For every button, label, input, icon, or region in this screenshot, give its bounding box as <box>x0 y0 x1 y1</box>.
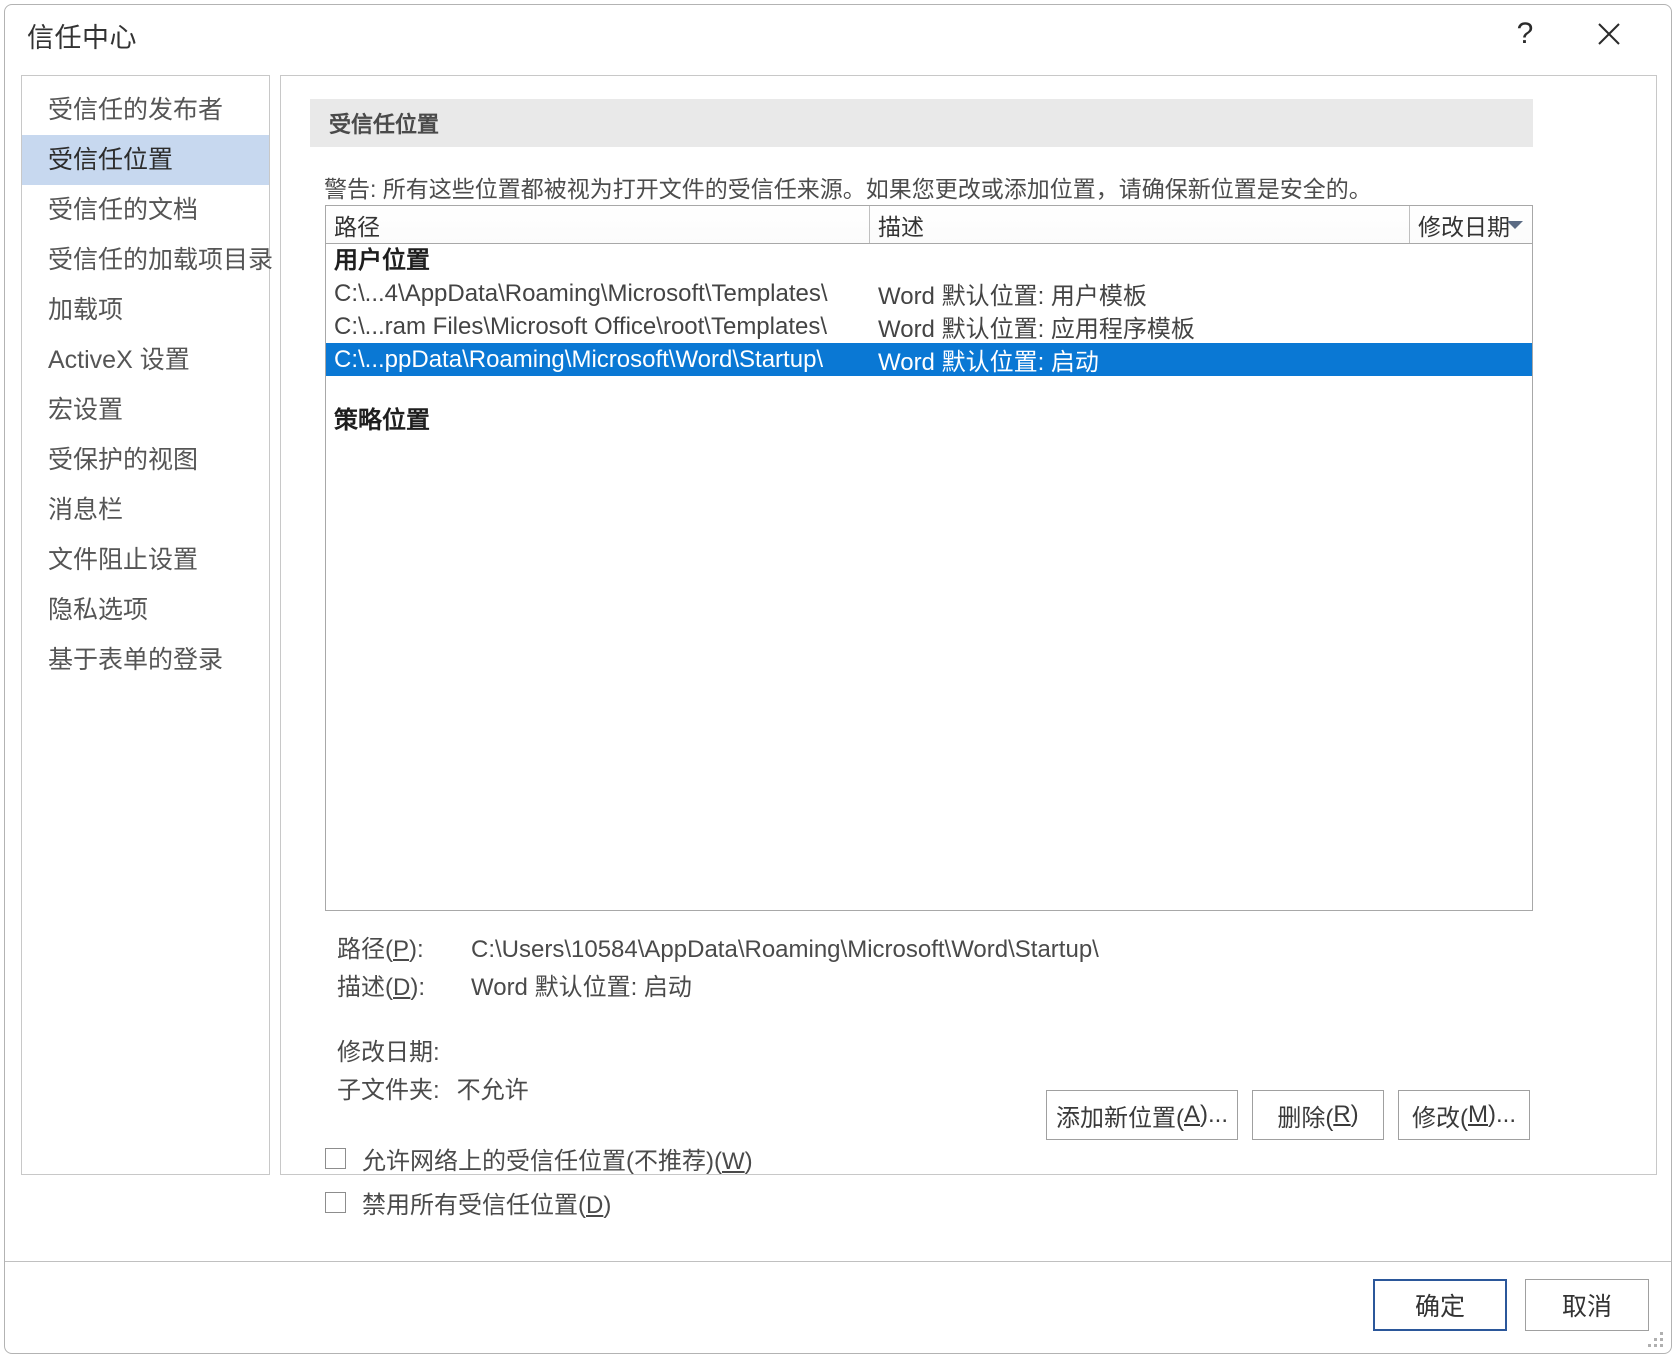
location-details: 路径(P): C:\Users\10584\AppData\Roaming\Mi… <box>337 929 1099 1108</box>
resize-grip[interactable] <box>1648 1332 1664 1348</box>
sidebar-item-trusted-publishers[interactable]: 受信任的发布者 <box>22 85 269 135</box>
disable-all-locations-checkbox-row[interactable]: 禁用所有受信任位置(D) <box>325 1180 753 1224</box>
row-description: Word 默认位置: 应用程序模板 <box>878 316 1195 343</box>
checkbox-icon[interactable] <box>325 1191 346 1213</box>
sidebar-item-trusted-addin-catalogs[interactable]: 受信任的加载项目录 <box>22 235 273 285</box>
row-path: C:\...ppData\Roaming\Microsoft\Word\Star… <box>334 345 824 373</box>
title-bar: 信任中心 ? <box>5 5 1671 63</box>
footer-buttons: 确定 取消 <box>1373 1279 1649 1331</box>
detail-description-value: Word 默认位置: 启动 <box>471 974 692 1001</box>
modify-button[interactable]: 修改(M)... <box>1398 1090 1530 1140</box>
page-title: 受信任位置 <box>310 99 1533 147</box>
detail-date-row: 修改日期: <box>337 1032 1099 1070</box>
list-group-title-user-locations: 用户位置 <box>334 247 430 274</box>
detail-subfolder-row: 子文件夹: 不允许 <box>337 1070 1099 1108</box>
help-icon[interactable]: ? <box>1499 9 1551 59</box>
add-new-location-button[interactable]: 添加新位置(A)... <box>1046 1090 1238 1140</box>
warning-text: 警告: 所有这些位置都被视为打开文件的受信任来源。如果您更改或添加位置，请确保新… <box>324 176 1372 202</box>
category-sidebar: 受信任的发布者 受信任位置 受信任的文档 受信任的加载项目录 加载项 Activ… <box>21 75 273 1175</box>
list-body: 用户位置 C:\...4\AppData\Roaming\Microsoft\T… <box>326 244 1532 911</box>
ok-button[interactable]: 确定 <box>1373 1279 1507 1331</box>
column-header-modified-date[interactable]: 修改日期 <box>1410 206 1532 243</box>
detail-subfolder-value: 不允许 <box>456 1077 529 1104</box>
sidebar-item-form-based-signin[interactable]: 基于表单的登录 <box>22 635 269 685</box>
column-header-description[interactable]: 描述 <box>870 206 1410 243</box>
sidebar-item-privacy-options[interactable]: 隐私选项 <box>22 585 269 635</box>
list-group-spacer <box>326 376 1532 404</box>
row-path: C:\...4\AppData\Roaming\Microsoft\Templa… <box>334 279 828 307</box>
table-row[interactable]: C:\...4\AppData\Roaming\Microsoft\Templa… <box>326 277 1532 311</box>
detail-description-row: 描述(D): Word 默认位置: 启动 <box>337 967 1099 1005</box>
detail-spacer <box>337 1005 1099 1032</box>
remove-button[interactable]: 删除(R) <box>1252 1090 1384 1140</box>
column-header-path[interactable]: 路径 <box>326 206 870 243</box>
sidebar-item-message-bar[interactable]: 消息栏 <box>22 485 269 535</box>
detail-subfolder-label: 子文件夹: <box>337 1077 440 1104</box>
list-group-title-policy-locations: 策略位置 <box>334 407 430 434</box>
cancel-button[interactable]: 取消 <box>1525 1279 1649 1331</box>
detail-path-value: C:\Users\10584\AppData\Roaming\Microsoft… <box>471 936 1099 963</box>
trusted-locations-list[interactable]: 路径 描述 修改日期 用户位置 C:\...4\AppData\Roaming\… <box>325 205 1533 911</box>
main-panel: 受信任位置 警告: 所有这些位置都被视为打开文件的受信任来源。如果您更改或添加位… <box>280 75 1657 1219</box>
location-action-buttons: 添加新位置(A)... 删除(R) 修改(M)... <box>1046 1090 1530 1140</box>
sidebar-item-addins[interactable]: 加载项 <box>22 285 269 335</box>
sidebar-item-trusted-documents[interactable]: 受信任的文档 <box>22 185 269 235</box>
row-description: Word 默认位置: 用户模板 <box>878 283 1147 310</box>
window-title: 信任中心 <box>27 23 137 53</box>
list-header-row: 路径 描述 修改日期 <box>326 206 1532 244</box>
sidebar-item-trusted-locations[interactable]: 受信任位置 <box>22 135 269 185</box>
table-row-selected[interactable]: C:\...ppData\Roaming\Microsoft\Word\Star… <box>326 343 1532 376</box>
detail-path-row: 路径(P): C:\Users\10584\AppData\Roaming\Mi… <box>337 929 1099 967</box>
close-icon[interactable] <box>1583 9 1635 59</box>
disable-all-locations-label: 禁用所有受信任位置(D) <box>362 1191 612 1219</box>
checkbox-icon[interactable] <box>325 1147 346 1169</box>
sidebar-item-protected-view[interactable]: 受保护的视图 <box>22 435 269 485</box>
trust-options: 允许网络上的受信任位置(不推荐)(W) 禁用所有受信任位置(D) <box>325 1136 753 1224</box>
column-header-modified-date-label: 修改日期 <box>1418 213 1510 240</box>
allow-network-locations-checkbox-row[interactable]: 允许网络上的受信任位置(不推荐)(W) <box>325 1136 753 1180</box>
chevron-down-icon <box>1507 220 1523 229</box>
sidebar-item-file-block-settings[interactable]: 文件阻止设置 <box>22 535 269 585</box>
trust-center-dialog: 信任中心 ? 受信任的发布者 受信任位置 受信任的文档 受信任的加载项目录 加载… <box>4 4 1672 1354</box>
footer-divider <box>5 1261 1671 1262</box>
row-path: C:\...ram Files\Microsoft Office\root\Te… <box>334 312 828 340</box>
sidebar-item-activex-settings[interactable]: ActiveX 设置 <box>22 335 269 385</box>
detail-date-label: 修改日期: <box>337 1039 440 1066</box>
row-description: Word 默认位置: 启动 <box>878 349 1099 376</box>
allow-network-locations-label: 允许网络上的受信任位置(不推荐)(W) <box>362 1147 753 1175</box>
sidebar-item-macro-settings[interactable]: 宏设置 <box>22 385 269 435</box>
detail-path-label: 路径(P): <box>337 936 424 963</box>
detail-description-label: 描述(D): <box>337 974 426 1001</box>
table-row[interactable]: C:\...ram Files\Microsoft Office\root\Te… <box>326 310 1532 344</box>
